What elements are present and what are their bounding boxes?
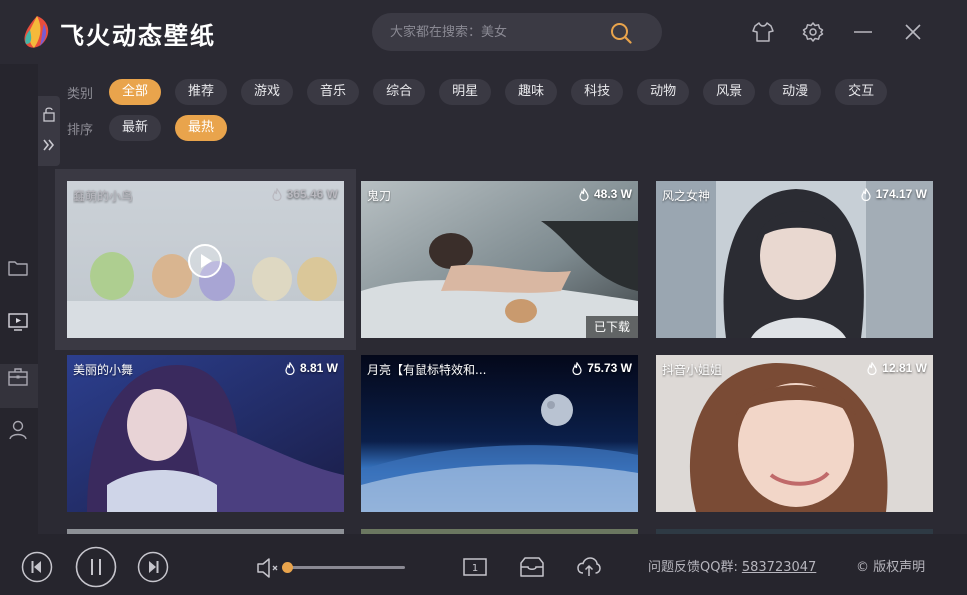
category-chip-scenery[interactable]: 风景: [703, 79, 756, 105]
double-chevron-right-icon: [43, 139, 55, 151]
wallpaper-hot-count: 174.17 W: [860, 187, 927, 201]
wallpaper-title: 鬼刀: [367, 189, 392, 203]
category-chip-stars[interactable]: 明星: [439, 79, 492, 105]
mute-speaker-icon[interactable]: [256, 557, 282, 579]
sidebar-collapse-tab[interactable]: [38, 96, 60, 166]
flame-icon: [272, 187, 282, 201]
flame-icon: [579, 187, 589, 201]
app-title: 飞火动态壁纸: [60, 22, 216, 50]
category-chip-all[interactable]: 全部: [109, 79, 162, 105]
sort-filter-row: 排序 最新 最热: [67, 115, 241, 141]
category-chip-anime[interactable]: 动漫: [769, 79, 822, 105]
user-icon[interactable]: [7, 419, 29, 441]
search-input[interactable]: [390, 13, 610, 51]
svg-text:1: 1: [472, 563, 478, 574]
wallpaper-hot-count: 48.3 W: [578, 187, 632, 201]
search-icon[interactable]: [610, 22, 632, 44]
wallpaper-card[interactable]: 鬼刀 48.3 W 已下载: [361, 181, 638, 338]
wallpaper-hot-count: 8.81 W: [284, 361, 338, 375]
close-icon[interactable]: [901, 20, 925, 44]
volume-slider-handle[interactable]: [282, 562, 293, 573]
lock-icon: [43, 107, 55, 122]
loop-one-icon[interactable]: 1: [462, 556, 488, 578]
feedback-text: 问题反馈QQ群: 583723047: [648, 556, 816, 575]
settings-gear-icon[interactable]: [801, 20, 825, 44]
wallpaper-title: 风之女神: [662, 189, 711, 203]
wallpaper-thumbnail: [361, 181, 638, 338]
category-chip-recommend[interactable]: 推荐: [175, 79, 228, 105]
wallpaper-title: 月亮【有鼠标特效和...: [367, 363, 487, 377]
category-label: 类别: [67, 86, 94, 102]
wallpaper-thumbnail: [361, 355, 638, 512]
flame-icon: [867, 361, 877, 375]
previous-button-icon[interactable]: [21, 551, 53, 583]
category-chip-games[interactable]: 游戏: [241, 79, 294, 105]
next-button-icon[interactable]: [137, 551, 169, 583]
sort-chip-hottest[interactable]: 最热: [175, 115, 228, 141]
wallpaper-hot-count: 75.73 W: [571, 361, 632, 375]
minimize-icon[interactable]: [851, 20, 875, 44]
wallpaper-thumbnail: [656, 181, 933, 338]
flame-icon: [285, 361, 295, 375]
category-chip-fun[interactable]: 趣味: [505, 79, 558, 105]
sort-chip-newest[interactable]: 最新: [109, 115, 162, 141]
sidebar: [0, 64, 38, 534]
wallpaper-thumbnail: [67, 355, 344, 512]
sort-label: 排序: [67, 122, 94, 138]
copyright-link[interactable]: © 版权声明: [856, 556, 925, 575]
wallpaper-thumbnail: [656, 355, 933, 512]
flame-icon: [861, 187, 871, 201]
pause-button-icon[interactable]: [75, 546, 117, 588]
play-circle-icon[interactable]: [187, 243, 223, 279]
inbox-library-icon[interactable]: [519, 555, 545, 579]
feedback-label: 问题反馈QQ群:: [648, 560, 738, 575]
title-bar: 飞火动态壁纸: [0, 0, 967, 64]
downloaded-badge: 已下载: [585, 316, 638, 338]
wallpaper-card[interactable]: 月亮【有鼠标特效和... 75.73 W: [361, 355, 638, 512]
wallpaper-title: 蠢萌的小鸟: [73, 189, 134, 203]
app-logo-icon: [24, 16, 49, 48]
category-chip-music[interactable]: 音乐: [307, 79, 360, 105]
category-chip-general[interactable]: 综合: [373, 79, 426, 105]
toolbox-icon[interactable]: [7, 366, 29, 388]
wallpaper-card[interactable]: 风之女神 174.17 W: [656, 181, 933, 338]
wallpaper-hot-count: 12.81 W: [866, 361, 927, 375]
wallpaper-card[interactable]: 抖音小姐姐 12.81 W: [656, 355, 933, 512]
wallpaper-title: 抖音小姐姐: [662, 363, 723, 377]
category-chip-tech[interactable]: 科技: [571, 79, 624, 105]
category-chip-interactive[interactable]: 交互: [835, 79, 888, 105]
wallpaper-hot-count: 365.46 W: [271, 187, 338, 201]
skin-shirt-icon[interactable]: [751, 20, 775, 44]
folder-icon[interactable]: [7, 257, 29, 279]
wallpaper-card[interactable]: 美丽的小舞 8.81 W: [67, 355, 344, 512]
monitor-play-icon[interactable]: [7, 311, 29, 333]
flame-icon: [572, 361, 582, 375]
player-footer: 1 问题反馈QQ群: 583723047 © 版权声明: [0, 534, 967, 595]
search-box: [372, 13, 662, 51]
category-filter-row: 类别 全部 推荐 游戏 音乐 综合 明星 趣味 科技 动物 风景 动漫 交互: [67, 79, 901, 105]
qq-group-link[interactable]: 583723047: [742, 560, 816, 575]
category-chip-animals[interactable]: 动物: [637, 79, 690, 105]
volume-slider-track[interactable]: [287, 566, 405, 569]
cloud-upload-icon[interactable]: [576, 555, 602, 579]
wallpaper-card[interactable]: 蠢萌的小鸟 365.46 W: [55, 169, 356, 350]
wallpaper-title: 美丽的小舞: [73, 363, 134, 377]
